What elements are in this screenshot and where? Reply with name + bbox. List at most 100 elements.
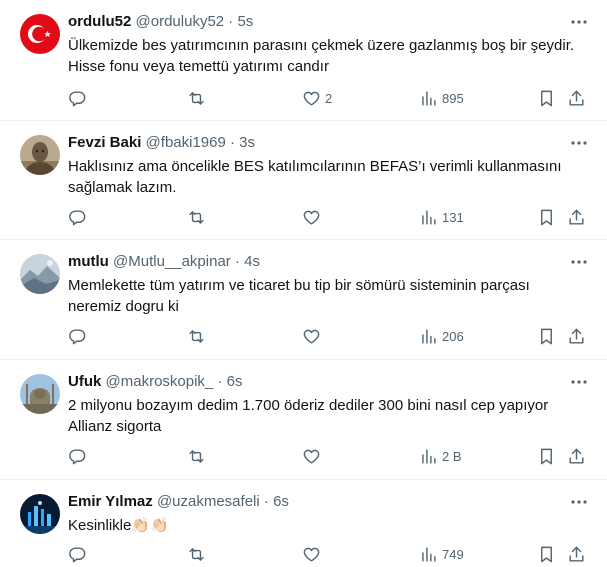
retweet-icon <box>189 449 204 463</box>
avatar[interactable] <box>20 254 60 294</box>
tweet-text: Ülkemizde bes yatırımcının parasını çekm… <box>68 35 583 77</box>
retweet-button[interactable] <box>187 324 206 348</box>
bookmark-button[interactable] <box>537 324 556 348</box>
separator-dot: · <box>228 13 234 30</box>
action-bar: 749 <box>62 542 597 566</box>
avatar[interactable] <box>20 494 60 534</box>
reply-button[interactable] <box>68 205 87 229</box>
tweet-text-line: Kesinlikle👏🏻👏🏻 <box>68 517 169 534</box>
reply-icon <box>69 546 86 562</box>
action-bar: 2 895 <box>62 86 597 110</box>
timestamp[interactable]: 6s <box>227 373 243 390</box>
user-handle[interactable]: @orduluky52 <box>136 13 225 30</box>
reply-button[interactable] <box>68 444 87 468</box>
more-options-icon[interactable] <box>569 14 589 30</box>
like-button[interactable] <box>302 324 325 348</box>
more-options-icon[interactable] <box>569 374 589 390</box>
tweet[interactable]: ordulu52 @orduluky52 · 5s Ülkemizde bes … <box>0 0 607 121</box>
reply-button[interactable] <box>68 542 87 566</box>
retweet-button[interactable] <box>187 205 206 229</box>
separator-dot: · <box>234 253 240 270</box>
views-button[interactable]: 749 <box>419 542 464 566</box>
share-button[interactable] <box>567 205 586 229</box>
tweet[interactable]: Ufuk @makroskopik_ · 6s 2 milyonu bozayı… <box>0 360 607 480</box>
tweet-text-line: Ülkemizde bes yatırımcının parasını çekm… <box>68 37 575 54</box>
more-options-icon[interactable] <box>569 494 589 510</box>
bookmark-button[interactable] <box>537 205 556 229</box>
retweet-button[interactable] <box>187 444 206 468</box>
views-button[interactable]: 131 <box>419 205 464 229</box>
display-name[interactable]: Fevzi Baki <box>68 134 141 151</box>
user-handle[interactable]: @makroskopik_ <box>106 373 214 390</box>
mosque-photo-icon <box>20 374 60 414</box>
retweet-icon <box>189 210 204 224</box>
bookmark-icon <box>541 209 552 225</box>
views-chart-icon <box>422 90 436 106</box>
user-handle[interactable]: @uzakmesafeli <box>157 493 260 510</box>
user-handle[interactable]: @fbaki1969 <box>146 134 226 151</box>
view-count: 749 <box>442 546 464 562</box>
action-bar: 131 <box>62 205 597 229</box>
more-options-icon[interactable] <box>569 254 589 270</box>
display-name[interactable]: Emir Yılmaz <box>68 493 153 510</box>
tweet-text-line: sağlamak lazım. <box>68 179 177 196</box>
display-name[interactable]: mutlu <box>68 253 109 270</box>
tweet-header: Emir Yılmaz @uzakmesafeli · 6s <box>68 492 587 512</box>
display-name[interactable]: ordulu52 <box>68 13 131 30</box>
tweet[interactable]: Fevzi Baki @fbaki1969 · 3s Haklısınız am… <box>0 121 607 240</box>
like-button[interactable] <box>302 444 325 468</box>
views-chart-icon <box>422 546 436 562</box>
views-chart-icon <box>422 209 436 225</box>
more-options-icon[interactable] <box>569 135 589 151</box>
reply-icon <box>69 448 86 464</box>
tweet-header: Ufuk @makroskopik_ · 6s <box>68 372 587 392</box>
heart-icon <box>303 329 320 344</box>
share-button[interactable] <box>567 86 586 110</box>
user-handle[interactable]: @Mutlu__akpinar <box>113 253 231 270</box>
tweet-header: ordulu52 @orduluky52 · 5s <box>68 12 587 32</box>
retweet-button[interactable] <box>187 542 206 566</box>
like-button[interactable] <box>302 205 325 229</box>
share-button[interactable] <box>567 542 586 566</box>
views-button[interactable]: 895 <box>419 86 464 110</box>
reply-button[interactable] <box>68 86 87 110</box>
share-icon <box>569 448 584 464</box>
timestamp[interactable]: 5s <box>237 13 253 30</box>
views-button[interactable]: 2 B <box>419 444 462 468</box>
view-count: 2 B <box>442 448 462 464</box>
like-button[interactable]: 2 <box>302 86 332 110</box>
timestamp[interactable]: 6s <box>273 493 289 510</box>
heart-icon <box>303 547 320 562</box>
heart-icon <box>303 91 320 106</box>
avatar[interactable] <box>20 135 60 175</box>
tweet-header: mutlu @Mutlu__akpinar · 4s <box>68 252 587 272</box>
city-lights-photo-icon <box>20 494 60 534</box>
tweet[interactable]: Emir Yılmaz @uzakmesafeli · 6s Kesinlikl… <box>0 480 607 567</box>
retweet-button[interactable] <box>187 86 206 110</box>
tweet-text: Kesinlikle👏🏻👏🏻 <box>68 515 583 536</box>
share-button[interactable] <box>567 444 586 468</box>
reply-icon <box>69 328 86 344</box>
retweet-icon <box>189 329 204 343</box>
tweet[interactable]: mutlu @Mutlu__akpinar · 4s Memlekette tü… <box>0 240 607 360</box>
share-icon <box>569 546 584 562</box>
action-bar: 206 <box>62 324 597 348</box>
heart-icon <box>303 449 320 464</box>
reply-icon <box>69 209 86 225</box>
avatar[interactable] <box>20 14 60 54</box>
avatar[interactable] <box>20 374 60 414</box>
share-button[interactable] <box>567 324 586 348</box>
view-count: 895 <box>442 90 464 106</box>
tweet-text-line: Allianz sigorta <box>68 418 162 435</box>
timestamp[interactable]: 4s <box>244 253 260 270</box>
bookmark-button[interactable] <box>537 444 556 468</box>
like-button[interactable] <box>302 542 325 566</box>
views-button[interactable]: 206 <box>419 324 464 348</box>
action-bar: 2 B <box>62 444 597 468</box>
display-name[interactable]: Ufuk <box>68 373 101 390</box>
tweet-text-line: 2 milyonu bozayım dedim 1.700 öderiz ded… <box>68 397 549 414</box>
timestamp[interactable]: 3s <box>239 134 255 151</box>
bookmark-button[interactable] <box>537 86 556 110</box>
reply-button[interactable] <box>68 324 87 348</box>
bookmark-button[interactable] <box>537 542 556 566</box>
